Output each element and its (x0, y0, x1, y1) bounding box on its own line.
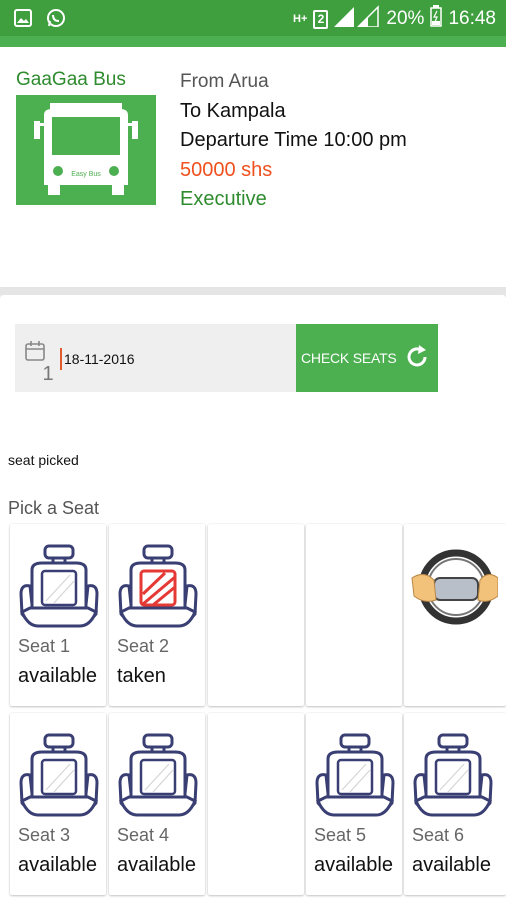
seat-icon (412, 733, 494, 819)
check-seats-label: CHECK SEATS (301, 350, 397, 366)
check-seats-button[interactable]: CHECK SEATS (296, 324, 438, 392)
seat-label: Seat 5 (314, 825, 367, 845)
date-field[interactable]: 1 18-11-2016 (15, 324, 297, 392)
seat-status: available (314, 854, 393, 876)
calendar-icon[interactable]: 1 (23, 338, 57, 387)
origin: From Arua (180, 71, 269, 92)
bus-name: GaaGaa Bus (16, 69, 126, 90)
toolbar-strip (0, 36, 506, 47)
seat-label: Seat 3 (18, 825, 71, 845)
aisle-cell (306, 524, 402, 706)
seat-icon (18, 544, 100, 630)
seat-label: Seat 2 (117, 636, 170, 656)
seat-status: taken (117, 665, 166, 687)
seat-status: available (18, 665, 97, 687)
date-input-value[interactable]: 18-11-2016 (64, 351, 135, 367)
aisle-cell (208, 524, 304, 706)
seat-cell-2[interactable]: Seat 2 taken (109, 524, 205, 706)
seat-icon (18, 733, 100, 819)
seat-cell-6[interactable]: Seat 6 available (404, 713, 506, 895)
trip-details: From Arua To Kampala Departure Time 10:0… (180, 67, 407, 215)
divider (0, 287, 506, 295)
bus-icon: Easy Bus (16, 95, 156, 205)
network-type: H+ (293, 13, 308, 25)
seat-cell-4[interactable]: Seat 4 available (109, 713, 205, 895)
bus-image-caption: Easy Bus (71, 171, 101, 178)
seat-status: available (412, 854, 491, 876)
battery-percent: 20% (386, 8, 425, 29)
bus-card: GaaGaa Bus Easy Bus From Arua To Kampala… (0, 47, 506, 287)
departure-time: Departure Time 10:00 pm (180, 129, 407, 151)
signal-icon (334, 5, 380, 33)
battery-icon (430, 5, 443, 33)
seat-cell-1[interactable]: Seat 1 available (10, 524, 106, 706)
pick-seat-title: Pick a Seat (8, 498, 100, 518)
clock: 16:48 (448, 8, 496, 29)
seat-picked-text: seat picked (8, 452, 79, 468)
refresh-icon (403, 343, 431, 374)
seat-taken-icon (117, 544, 199, 630)
seat-status: available (117, 854, 196, 876)
seat-label: Seat 4 (117, 825, 170, 845)
seat-cell-5[interactable]: Seat 5 available (306, 713, 402, 895)
steering-wheel-icon (411, 549, 498, 625)
fare: 50000 shs (180, 158, 273, 181)
seat-label: Seat 6 (412, 825, 465, 845)
sim-icon: 2 (313, 9, 329, 29)
bus-class: Executive (180, 188, 267, 210)
seat-icon (117, 733, 199, 819)
seat-status: available (18, 854, 97, 876)
text-cursor (60, 348, 62, 370)
seat-label: Seat 1 (18, 636, 71, 656)
whatsapp-icon (46, 8, 66, 33)
aisle-cell (208, 713, 304, 895)
status-bar: H+ 2 20% 16:48 (0, 0, 506, 36)
calendar-icon-digit: 1 (42, 363, 53, 382)
booking-panel: 1 18-11-2016 CHECK SEATS seat picked Pic… (0, 295, 506, 900)
seat-icon (314, 733, 396, 819)
seat-cell-3[interactable]: Seat 3 available (10, 713, 106, 895)
destination: To Kampala (180, 99, 286, 122)
image-icon (14, 9, 32, 32)
driver-cell (404, 524, 506, 706)
